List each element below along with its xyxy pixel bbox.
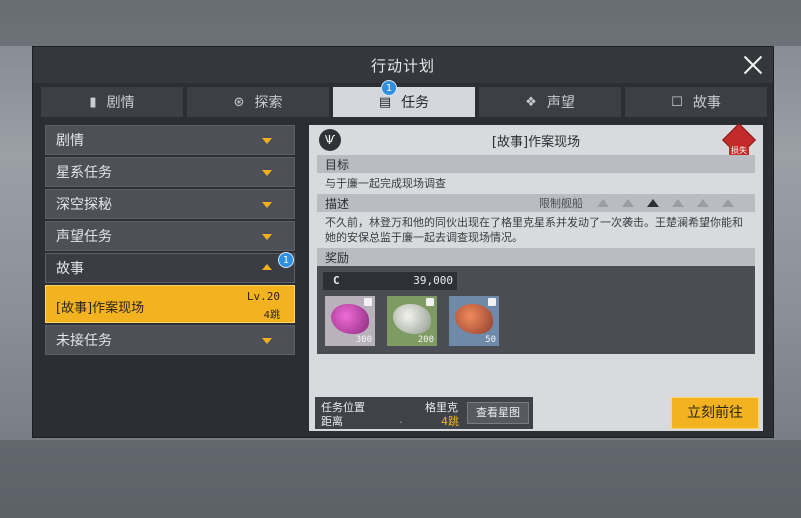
- reward-quantity: 200: [417, 335, 434, 345]
- tab-explore[interactable]: ⊛ 探索: [187, 87, 329, 117]
- emblem-icon: ❖: [525, 94, 537, 110]
- tab-bar: ▮ 剧情 ⊛ 探索 ▤ 任务 1 ❖ 声望 ☐ 故事: [41, 80, 767, 117]
- chevron-up-icon: [262, 264, 272, 270]
- chevron-down-icon: [262, 202, 272, 208]
- tab-stories[interactable]: ☐ 故事: [625, 87, 767, 117]
- ship-limit-label: 限制舰船: [539, 197, 583, 210]
- description-text: 不久前，林登万和他的同伙出现在了格里克星系并发动了一次袭击。王楚澜希望你能和她的…: [325, 216, 743, 244]
- mission-category-list: 剧情 星系任务 深空探秘 声望任务 故事 1 [故事]作案现场 Lv.20 4跳…: [45, 125, 295, 431]
- tab-reputation[interactable]: ❖ 声望: [479, 87, 621, 117]
- reward-quantity: 300: [355, 335, 372, 345]
- lock-icon: [426, 298, 434, 306]
- mission-level: Lv.20: [246, 290, 280, 303]
- distance-label: 距离: [321, 415, 343, 428]
- credit-amount: 39,000: [413, 274, 453, 287]
- category-plot[interactable]: 剧情: [45, 125, 295, 155]
- notification-badge: 1: [381, 80, 397, 96]
- tab-story-plot[interactable]: ▮ 剧情: [41, 87, 183, 117]
- category-deep-space[interactable]: 深空探秘: [45, 189, 295, 219]
- notification-badge: 1: [278, 252, 294, 268]
- reward-quantity: 50: [485, 335, 496, 345]
- close-icon[interactable]: [741, 53, 765, 77]
- action-plan-dialog: 行动计划 ▮ 剧情 ⊛ 探索 ▤ 任务 1 ❖ 声望 ☐ 故事 剧情 星系任务 …: [32, 46, 774, 438]
- category-stories[interactable]: 故事 1: [45, 252, 295, 283]
- mission-detail-panel: Ѱ [故事]作案现场 损失 目标 与于廉一起完成现场调查 描述 限制舰船 不久前…: [309, 123, 763, 431]
- reward-box: C 39,000 300 200 50: [317, 266, 755, 354]
- story-icon: ☐: [671, 94, 683, 110]
- mission-location-info: 任务位置 距离 . 格里克 4跳 查看星图: [315, 397, 533, 429]
- ship-limit: 限制舰船: [539, 194, 747, 212]
- chevron-down-icon: [262, 170, 272, 176]
- chevron-down-icon: [262, 138, 272, 144]
- credit-icon: C: [333, 274, 340, 287]
- ship-class-icon-active: [647, 199, 659, 207]
- credit-reward: C 39,000: [323, 272, 457, 290]
- mission-distance: 4跳: [263, 310, 280, 321]
- ship-class-icon: [697, 199, 709, 207]
- mission-item-selected[interactable]: [故事]作案现场 Lv.20 4跳: [45, 285, 295, 323]
- orange-ore-icon: [455, 304, 493, 334]
- ship-class-icon: [597, 199, 609, 207]
- faction-logo-icon: Ѱ: [319, 129, 341, 151]
- detail-header: Ѱ [故事]作案现场 损失: [309, 123, 763, 157]
- description-header: 描述 限制舰船: [317, 194, 755, 212]
- silver-ore-icon: [393, 304, 431, 334]
- clipboard-icon: ▤: [378, 94, 392, 110]
- title-bar: 行动计划: [33, 47, 773, 83]
- mission-name: [故事]作案现场: [56, 301, 145, 316]
- reward-item-silver-ore[interactable]: 200: [387, 296, 437, 346]
- category-reputation-missions[interactable]: 声望任务: [45, 221, 295, 251]
- ship-class-icon: [672, 199, 684, 207]
- objective-header: 目标: [317, 155, 755, 173]
- distance-value: 4跳: [441, 415, 459, 428]
- separator-dot: .: [399, 413, 403, 426]
- go-now-button[interactable]: 立刻前往: [671, 397, 759, 429]
- reward-header: 奖励: [317, 248, 755, 266]
- chevron-down-icon: [262, 234, 272, 240]
- chevron-down-icon: [262, 338, 272, 344]
- purple-ore-icon: [331, 304, 369, 334]
- dialog-title: 行动计划: [370, 56, 435, 75]
- ship-class-icon: [722, 199, 734, 207]
- view-star-map-button[interactable]: 查看星图: [467, 402, 529, 424]
- detail-title: [故事]作案现场: [491, 134, 581, 150]
- explore-icon: ⊛: [233, 94, 245, 110]
- lock-icon: [364, 298, 372, 306]
- lock-icon: [488, 298, 496, 306]
- objective-text: 与于廉一起完成现场调查: [325, 177, 446, 190]
- ship-class-icon: [622, 199, 634, 207]
- reward-item-orange-ore[interactable]: 50: [449, 296, 499, 346]
- reward-item-purple-ore[interactable]: 300: [325, 296, 375, 346]
- category-galaxy-missions[interactable]: 星系任务: [45, 157, 295, 187]
- tab-missions[interactable]: ▤ 任务 1: [333, 80, 475, 117]
- book-icon: ▮: [89, 94, 97, 110]
- category-unaccepted[interactable]: 未接任务: [45, 325, 295, 355]
